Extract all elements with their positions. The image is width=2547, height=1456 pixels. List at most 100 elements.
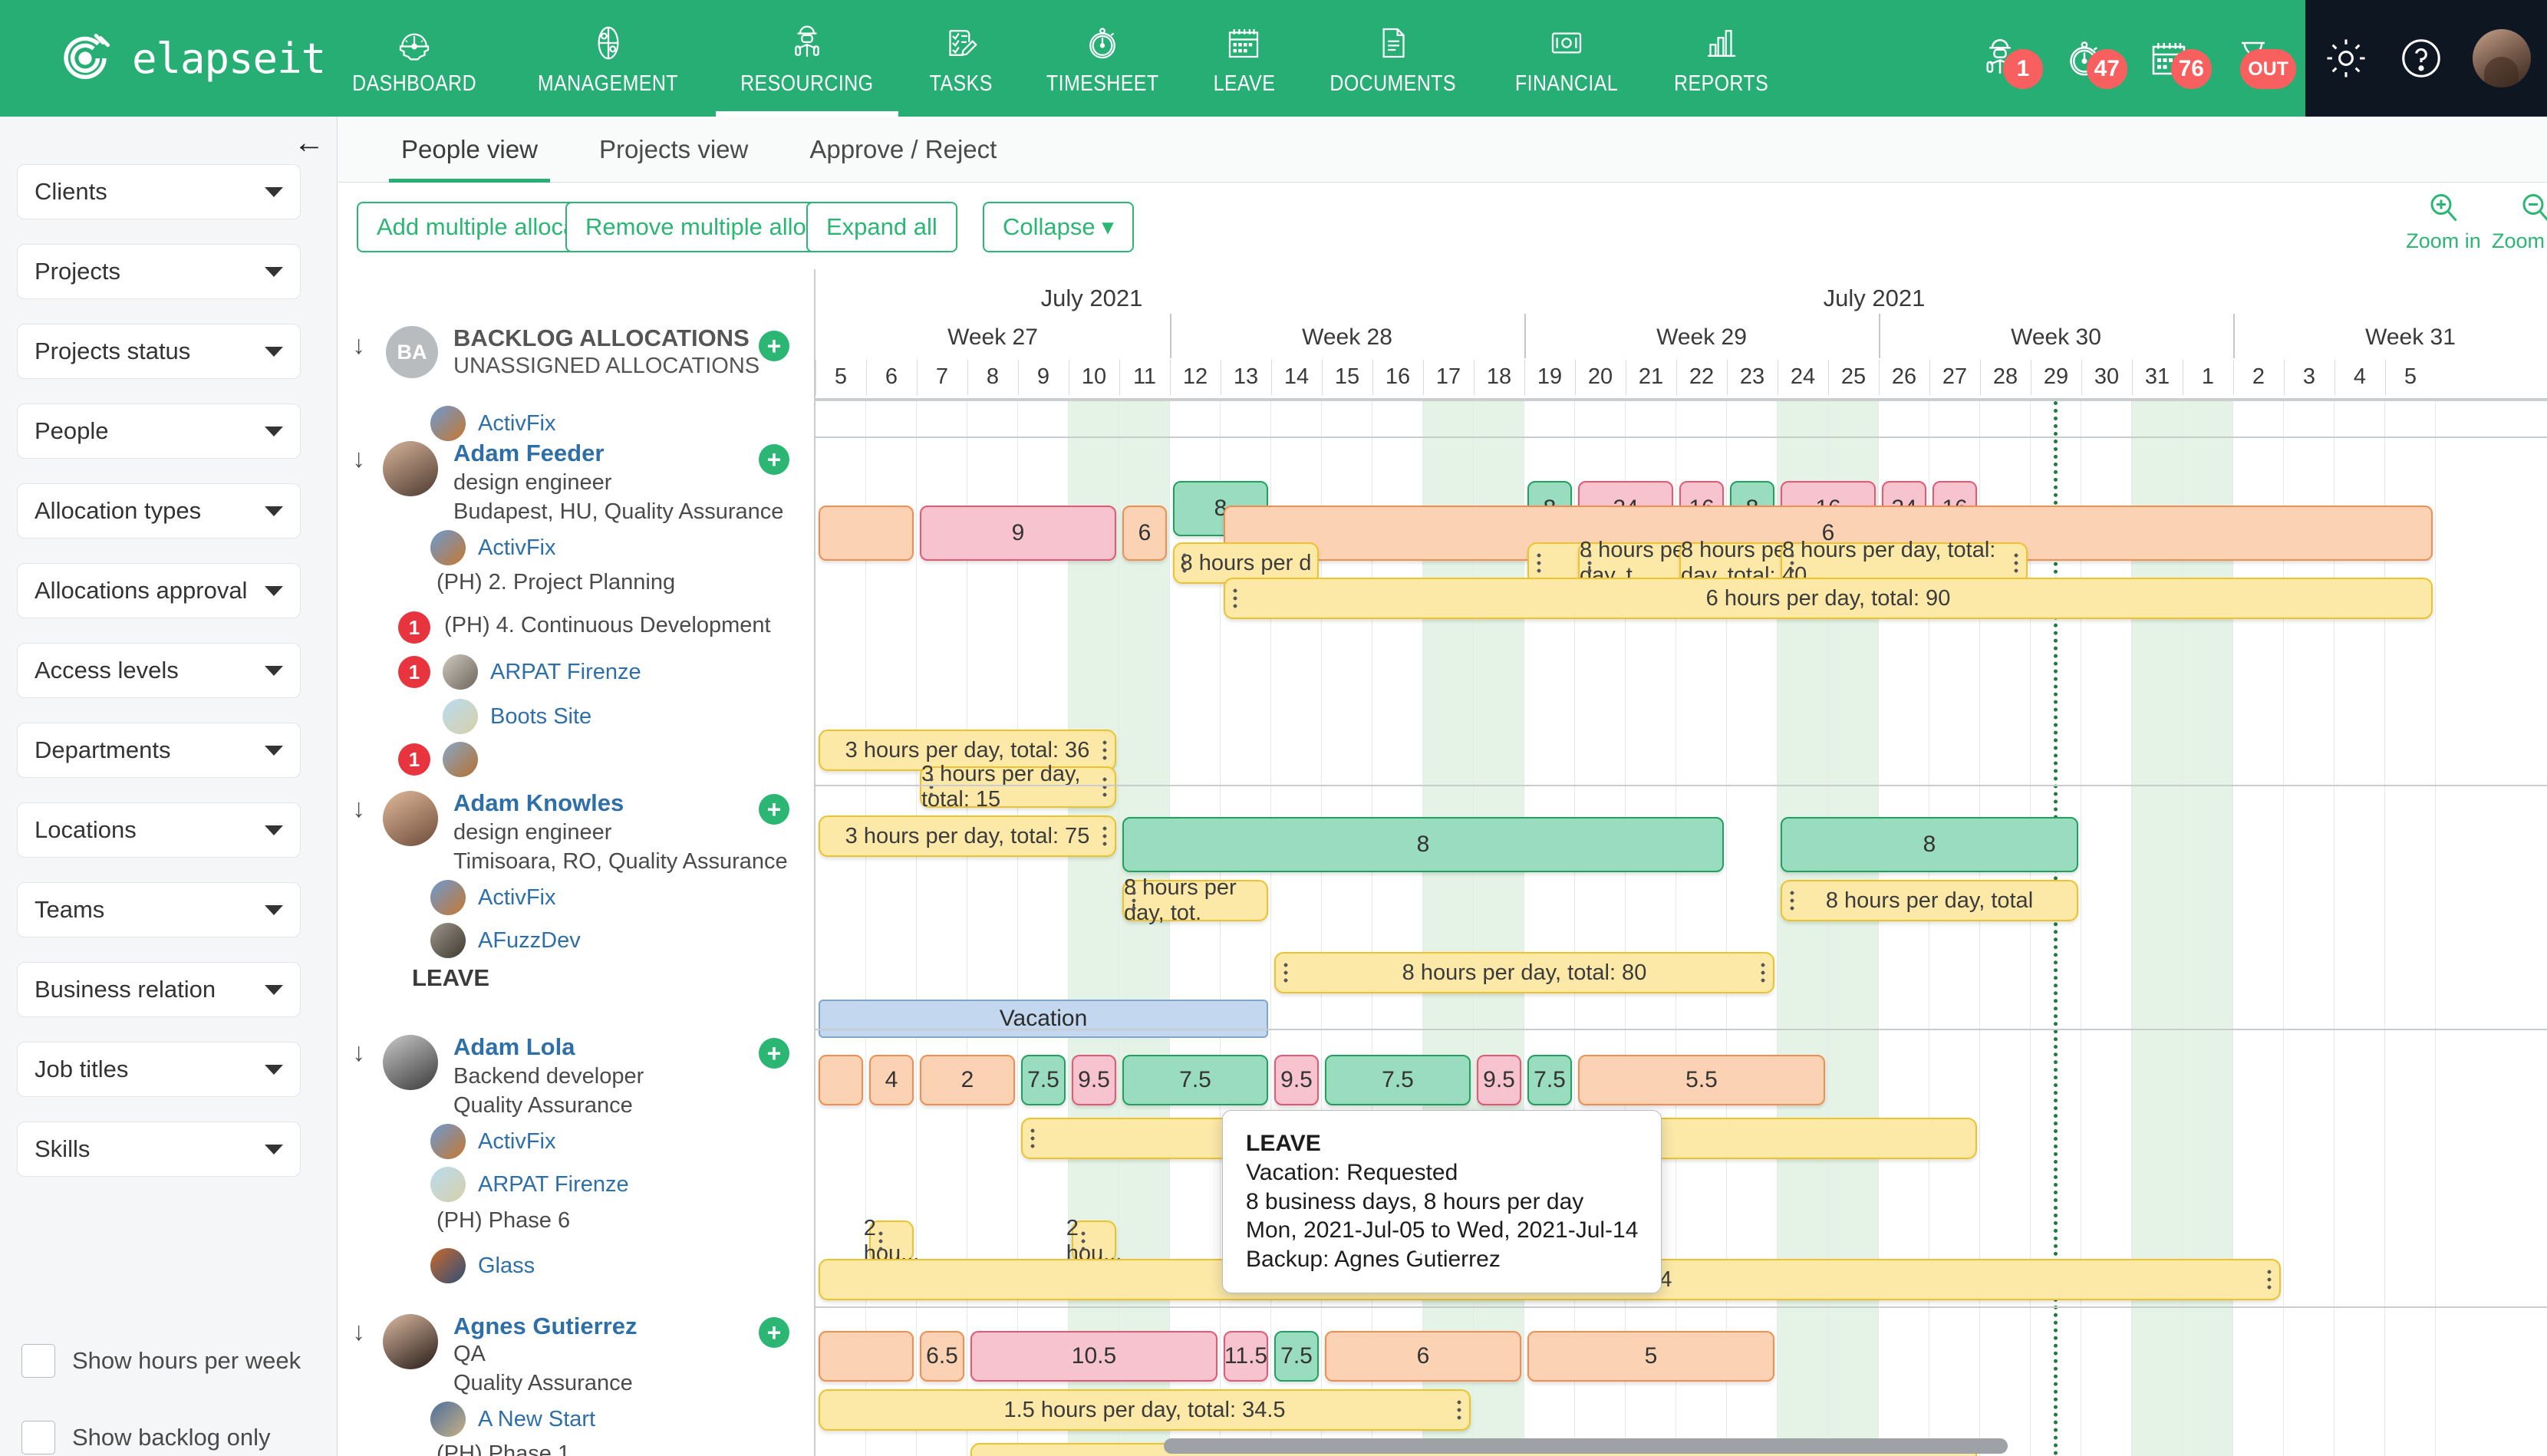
allocation-summary-bar[interactable]: 8 hours per day, tot.	[1122, 875, 1268, 925]
allocation-bar[interactable]: 7.5	[1122, 1055, 1268, 1105]
filter-business-relation[interactable]: Business relation	[17, 962, 301, 1017]
leave-vacation-bar[interactable]: Vacation	[819, 1000, 1268, 1038]
filter-access-levels[interactable]: Access levels	[17, 643, 301, 698]
person-name[interactable]: Adam Knowles	[453, 789, 624, 817]
menu-item-financial[interactable]: FINANCIAL	[1487, 0, 1646, 117]
tab-approve-reject[interactable]: Approve / Reject	[783, 117, 1023, 183]
menu-item-timesheet[interactable]: TIMESHEET	[1017, 0, 1188, 117]
project-row[interactable]	[443, 742, 490, 777]
menu-item-leave[interactable]: LEAVE	[1188, 0, 1300, 117]
checkbox-show-backlog-only[interactable]: Show backlog only	[21, 1421, 271, 1454]
filter-allocations-approval[interactable]: Allocations approval	[17, 563, 301, 618]
add-allocation-button[interactable]: +	[759, 331, 789, 361]
drag-handle[interactable]	[1537, 552, 1541, 575]
filter-skills[interactable]: Skills	[17, 1122, 301, 1177]
project-row[interactable]: ARPAT Firenze	[430, 1167, 629, 1202]
allocation-bar[interactable]: 10.5	[970, 1331, 1217, 1382]
allocation-bar[interactable]: 6	[1122, 506, 1167, 561]
drag-handle[interactable]	[1761, 961, 1765, 984]
allocation-bar[interactable]	[819, 1055, 863, 1105]
row-collapse-arrow-icon[interactable]: ↓	[352, 1319, 365, 1345]
project-row[interactable]: A New Start	[430, 1402, 595, 1437]
checkbox-show-hours-per-week[interactable]: Show hours per week	[21, 1344, 301, 1378]
allocation-summary-bar[interactable]: 2 hou...	[1066, 1216, 1122, 1266]
allocation-bar[interactable]: 2	[920, 1055, 1015, 1105]
quick-icon-clock-out[interactable]: OUT	[2227, 32, 2296, 89]
allocation-bar[interactable]: 7.5	[1021, 1055, 1066, 1105]
allocation-bar[interactable]: 11.5	[1224, 1331, 1268, 1382]
filter-teams[interactable]: Teams	[17, 882, 301, 937]
quick-icon-leave[interactable]: 76	[2143, 32, 2212, 89]
drag-handle[interactable]	[1790, 889, 1794, 912]
collapse-dropdown-button[interactable]: Collapse ▾	[983, 202, 1134, 252]
person-name[interactable]: Adam Lola	[453, 1033, 575, 1061]
allocation-summary-bar[interactable]: 2 hou...	[864, 1216, 920, 1266]
drag-handle[interactable]	[2014, 552, 2018, 575]
row-collapse-arrow-icon[interactable]: ↓	[352, 332, 365, 358]
expand-all-button[interactable]: Expand all	[806, 202, 957, 252]
person-name[interactable]: Adam Feeder	[453, 440, 604, 467]
person-name[interactable]: Agnes Gutierrez	[453, 1313, 637, 1340]
allocation-bar[interactable]: 9.5	[1477, 1055, 1521, 1105]
drag-handle[interactable]	[1233, 587, 1237, 610]
allocation-summary-bar[interactable]: 3 hours per day, total: 75	[819, 815, 1116, 857]
allocation-bar[interactable]: 7.5	[1274, 1331, 1319, 1382]
allocation-bar[interactable]: 8	[1122, 817, 1724, 872]
drag-handle[interactable]	[1182, 552, 1187, 575]
drag-handle[interactable]	[1030, 1127, 1035, 1150]
project-row[interactable]: Glass	[430, 1248, 535, 1283]
drag-handle[interactable]	[1102, 825, 1107, 848]
project-row[interactable]: Boots Site	[443, 699, 591, 734]
filter-allocation-types[interactable]: Allocation types	[17, 483, 301, 539]
project-row[interactable]: ARPAT Firenze	[443, 654, 641, 690]
drag-handle[interactable]	[2267, 1268, 2272, 1291]
tab-people-view[interactable]: People view	[375, 117, 564, 183]
filter-job-titles[interactable]: Job titles	[17, 1042, 301, 1097]
allocation-bar[interactable]: 6.5	[920, 1331, 964, 1382]
collapse-sidebar-icon[interactable]: ←	[294, 127, 325, 158]
menu-item-management[interactable]: MANAGEMENT	[506, 0, 710, 117]
row-collapse-arrow-icon[interactable]: ↓	[352, 796, 365, 822]
filter-projects-status[interactable]: Projects status	[17, 324, 301, 379]
menu-item-reports[interactable]: REPORTS	[1646, 0, 1796, 117]
menu-item-documents[interactable]: DOCUMENTS	[1300, 0, 1486, 117]
allocation-summary-bar[interactable]: 6 hours per day, total: 90	[1224, 578, 2433, 619]
drag-handle[interactable]	[1081, 1230, 1086, 1253]
avatar[interactable]	[2472, 29, 2531, 87]
menu-item-tasks[interactable]: TASKS	[904, 0, 1017, 117]
allocation-summary-bar[interactable]: 1.5 hours per day, total: 34.5	[819, 1389, 1471, 1431]
zoom-out-button[interactable]: Zoom out	[2479, 189, 2547, 253]
drag-handle[interactable]	[1457, 1398, 1461, 1421]
add-allocation-button[interactable]: +	[759, 444, 789, 475]
drag-handle[interactable]	[878, 1230, 883, 1253]
allocation-bar[interactable]: 7.5	[1527, 1055, 1572, 1105]
help-circle-icon[interactable]	[2397, 35, 2445, 82]
drag-handle[interactable]	[1132, 889, 1136, 912]
allocation-bar[interactable]: 5	[1527, 1331, 1774, 1382]
menu-item-dashboard[interactable]: DASHBOARD	[322, 0, 506, 117]
allocation-bar[interactable]: 9	[920, 506, 1116, 561]
allocation-summary-bar[interactable]: 8 hours per day, total: 80	[1274, 952, 1774, 993]
checkbox-box[interactable]	[21, 1421, 55, 1454]
add-allocation-button[interactable]: +	[759, 794, 789, 825]
project-row[interactable]: AFuzzDev	[430, 923, 581, 958]
drag-handle[interactable]	[929, 776, 934, 799]
project-row[interactable]: ActivFix	[430, 406, 556, 441]
allocation-bar[interactable]: 9.5	[1072, 1055, 1116, 1105]
allocation-bar[interactable]: 9.5	[1274, 1055, 1319, 1105]
brand-logo[interactable]: elapseit	[0, 0, 326, 117]
allocation-bar[interactable]	[819, 506, 914, 561]
filter-projects[interactable]: Projects	[17, 244, 301, 299]
project-row[interactable]: ActivFix	[430, 1124, 556, 1159]
allocation-bar[interactable]: 4	[869, 1055, 914, 1105]
filter-departments[interactable]: Departments	[17, 723, 301, 778]
project-row[interactable]: ActivFix	[430, 880, 556, 915]
allocation-summary-bar[interactable]: 8 hours per day, total	[1781, 880, 2078, 921]
filter-locations[interactable]: Locations	[17, 802, 301, 858]
gear-icon[interactable]	[2322, 35, 2370, 82]
allocation-bar[interactable]: 6	[1325, 1331, 1521, 1382]
filter-clients[interactable]: Clients	[17, 164, 301, 219]
quick-icon-resourcing[interactable]: 1	[1974, 32, 2043, 89]
allocation-bar[interactable]: 5.5	[1578, 1055, 1825, 1105]
allocation-bar[interactable]: 8	[1781, 817, 2078, 872]
